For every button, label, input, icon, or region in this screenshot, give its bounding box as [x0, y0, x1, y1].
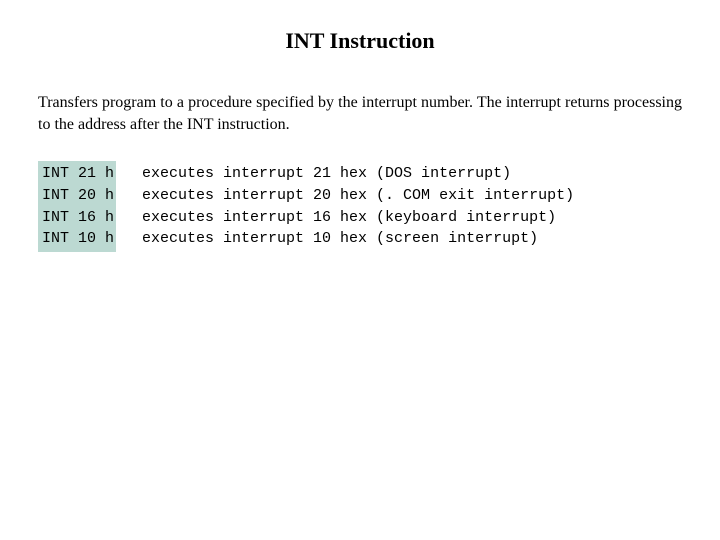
code-listing: INT 21 h INT 20 h INT 16 h INT 10 h exec…	[38, 161, 682, 252]
slide-page: INT Instruction Transfers program to a p…	[0, 0, 720, 252]
description-paragraph: Transfers program to a procedure specifi…	[38, 92, 682, 135]
page-title: INT Instruction	[38, 28, 682, 54]
meaning-column: executes interrupt 21 hex (DOS interrupt…	[116, 161, 574, 252]
opcode-column: INT 21 h INT 20 h INT 16 h INT 10 h	[38, 161, 116, 252]
